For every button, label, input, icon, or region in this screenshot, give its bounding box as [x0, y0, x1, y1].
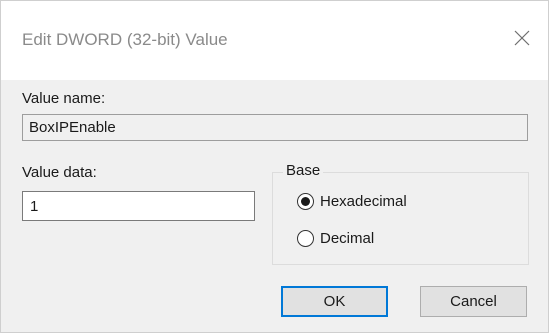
value-name-field: BoxIPEnable — [22, 114, 528, 141]
close-icon — [514, 30, 530, 46]
close-button[interactable] — [507, 23, 537, 53]
ok-button[interactable]: OK — [281, 286, 388, 317]
radio-decimal[interactable]: Decimal — [297, 230, 374, 247]
title-bar: Edit DWORD (32-bit) Value — [1, 1, 548, 80]
radio-button-selected[interactable] — [297, 193, 314, 210]
base-groupbox — [272, 172, 529, 265]
value-data-input[interactable] — [22, 191, 255, 221]
radio-decimal-label: Decimal — [320, 230, 375, 247]
window-title: Edit DWORD (32-bit) Value — [22, 30, 228, 49]
base-legend: Base — [283, 162, 324, 179]
radio-button-unselected[interactable] — [297, 230, 314, 247]
cancel-button[interactable]: Cancel — [420, 286, 527, 317]
radio-dot — [301, 197, 310, 206]
radio-hexadecimal-label: Hexadecimal — [320, 193, 407, 210]
radio-hexadecimal[interactable]: Hexadecimal — [297, 193, 407, 210]
value-name-label: Value name: — [22, 90, 106, 107]
value-data-label: Value data: — [22, 164, 97, 181]
edit-dword-dialog: Edit DWORD (32-bit) Value Value name: Bo… — [0, 0, 549, 333]
